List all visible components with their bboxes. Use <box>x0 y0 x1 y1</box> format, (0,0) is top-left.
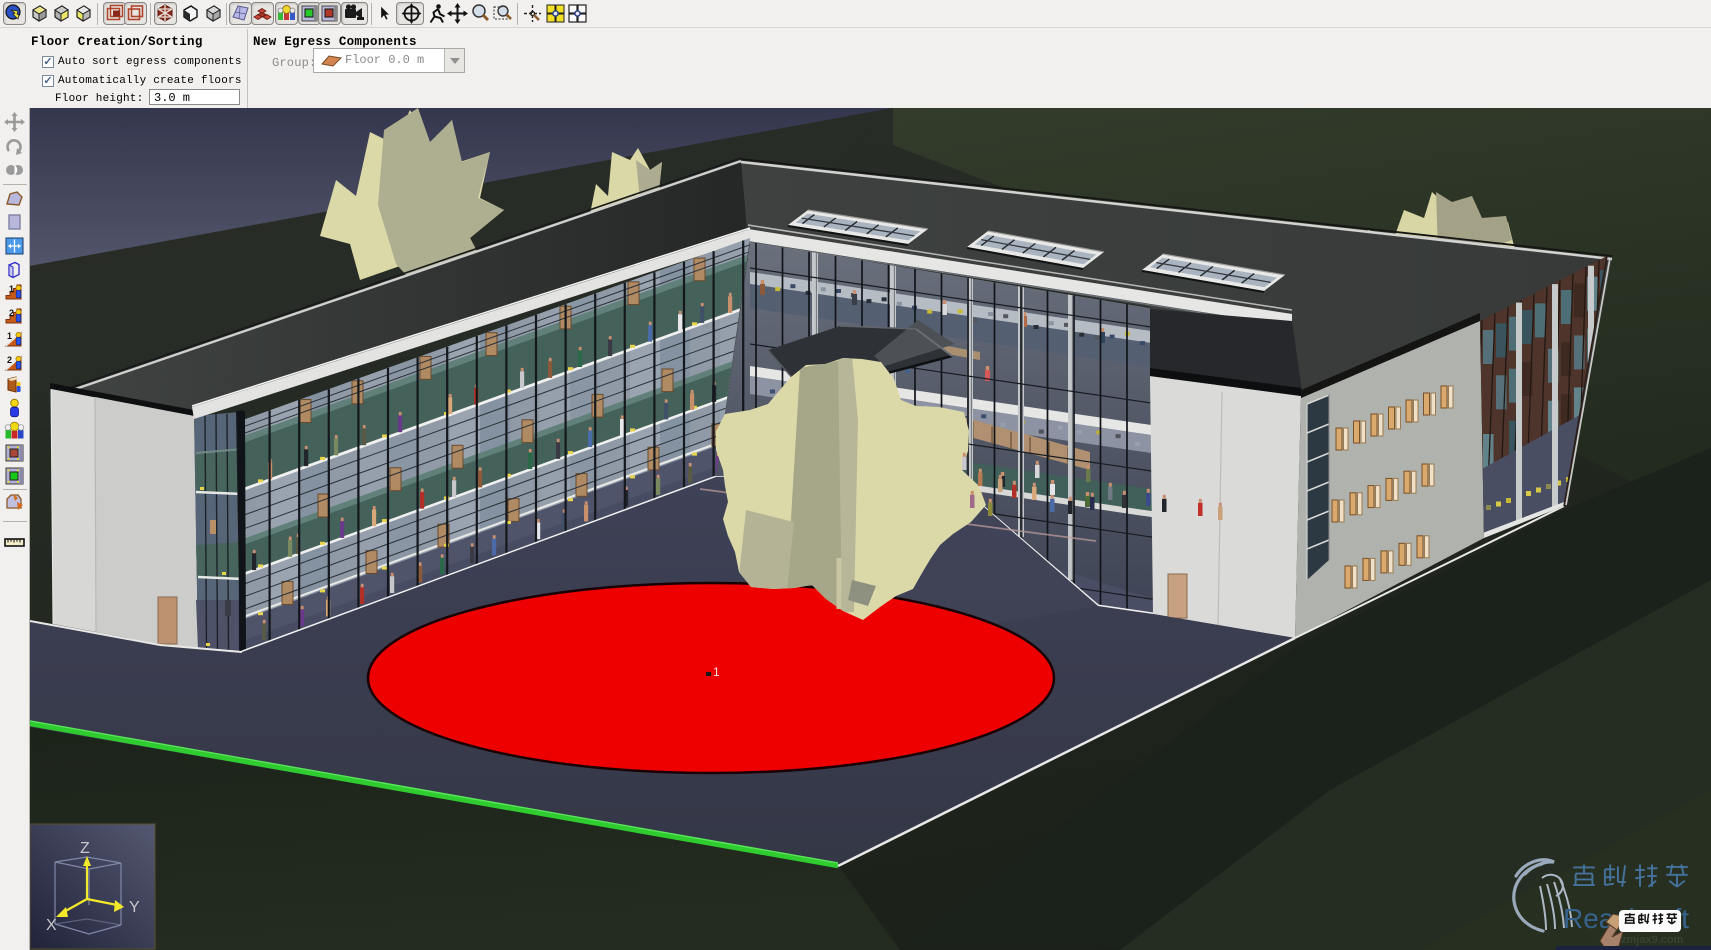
svg-text:1: 1 <box>7 331 12 341</box>
svg-text:2: 2 <box>9 308 14 318</box>
svg-text:1: 1 <box>9 284 14 294</box>
svg-text:Z: Z <box>80 840 90 857</box>
svg-text:1: 1 <box>713 665 720 679</box>
svg-text:zmjax9.com: zmjax9.com <box>1621 934 1684 946</box>
svg-text:Y: Y <box>129 899 140 916</box>
svg-text:X: X <box>46 917 57 934</box>
svg-text:2: 2 <box>7 355 12 365</box>
